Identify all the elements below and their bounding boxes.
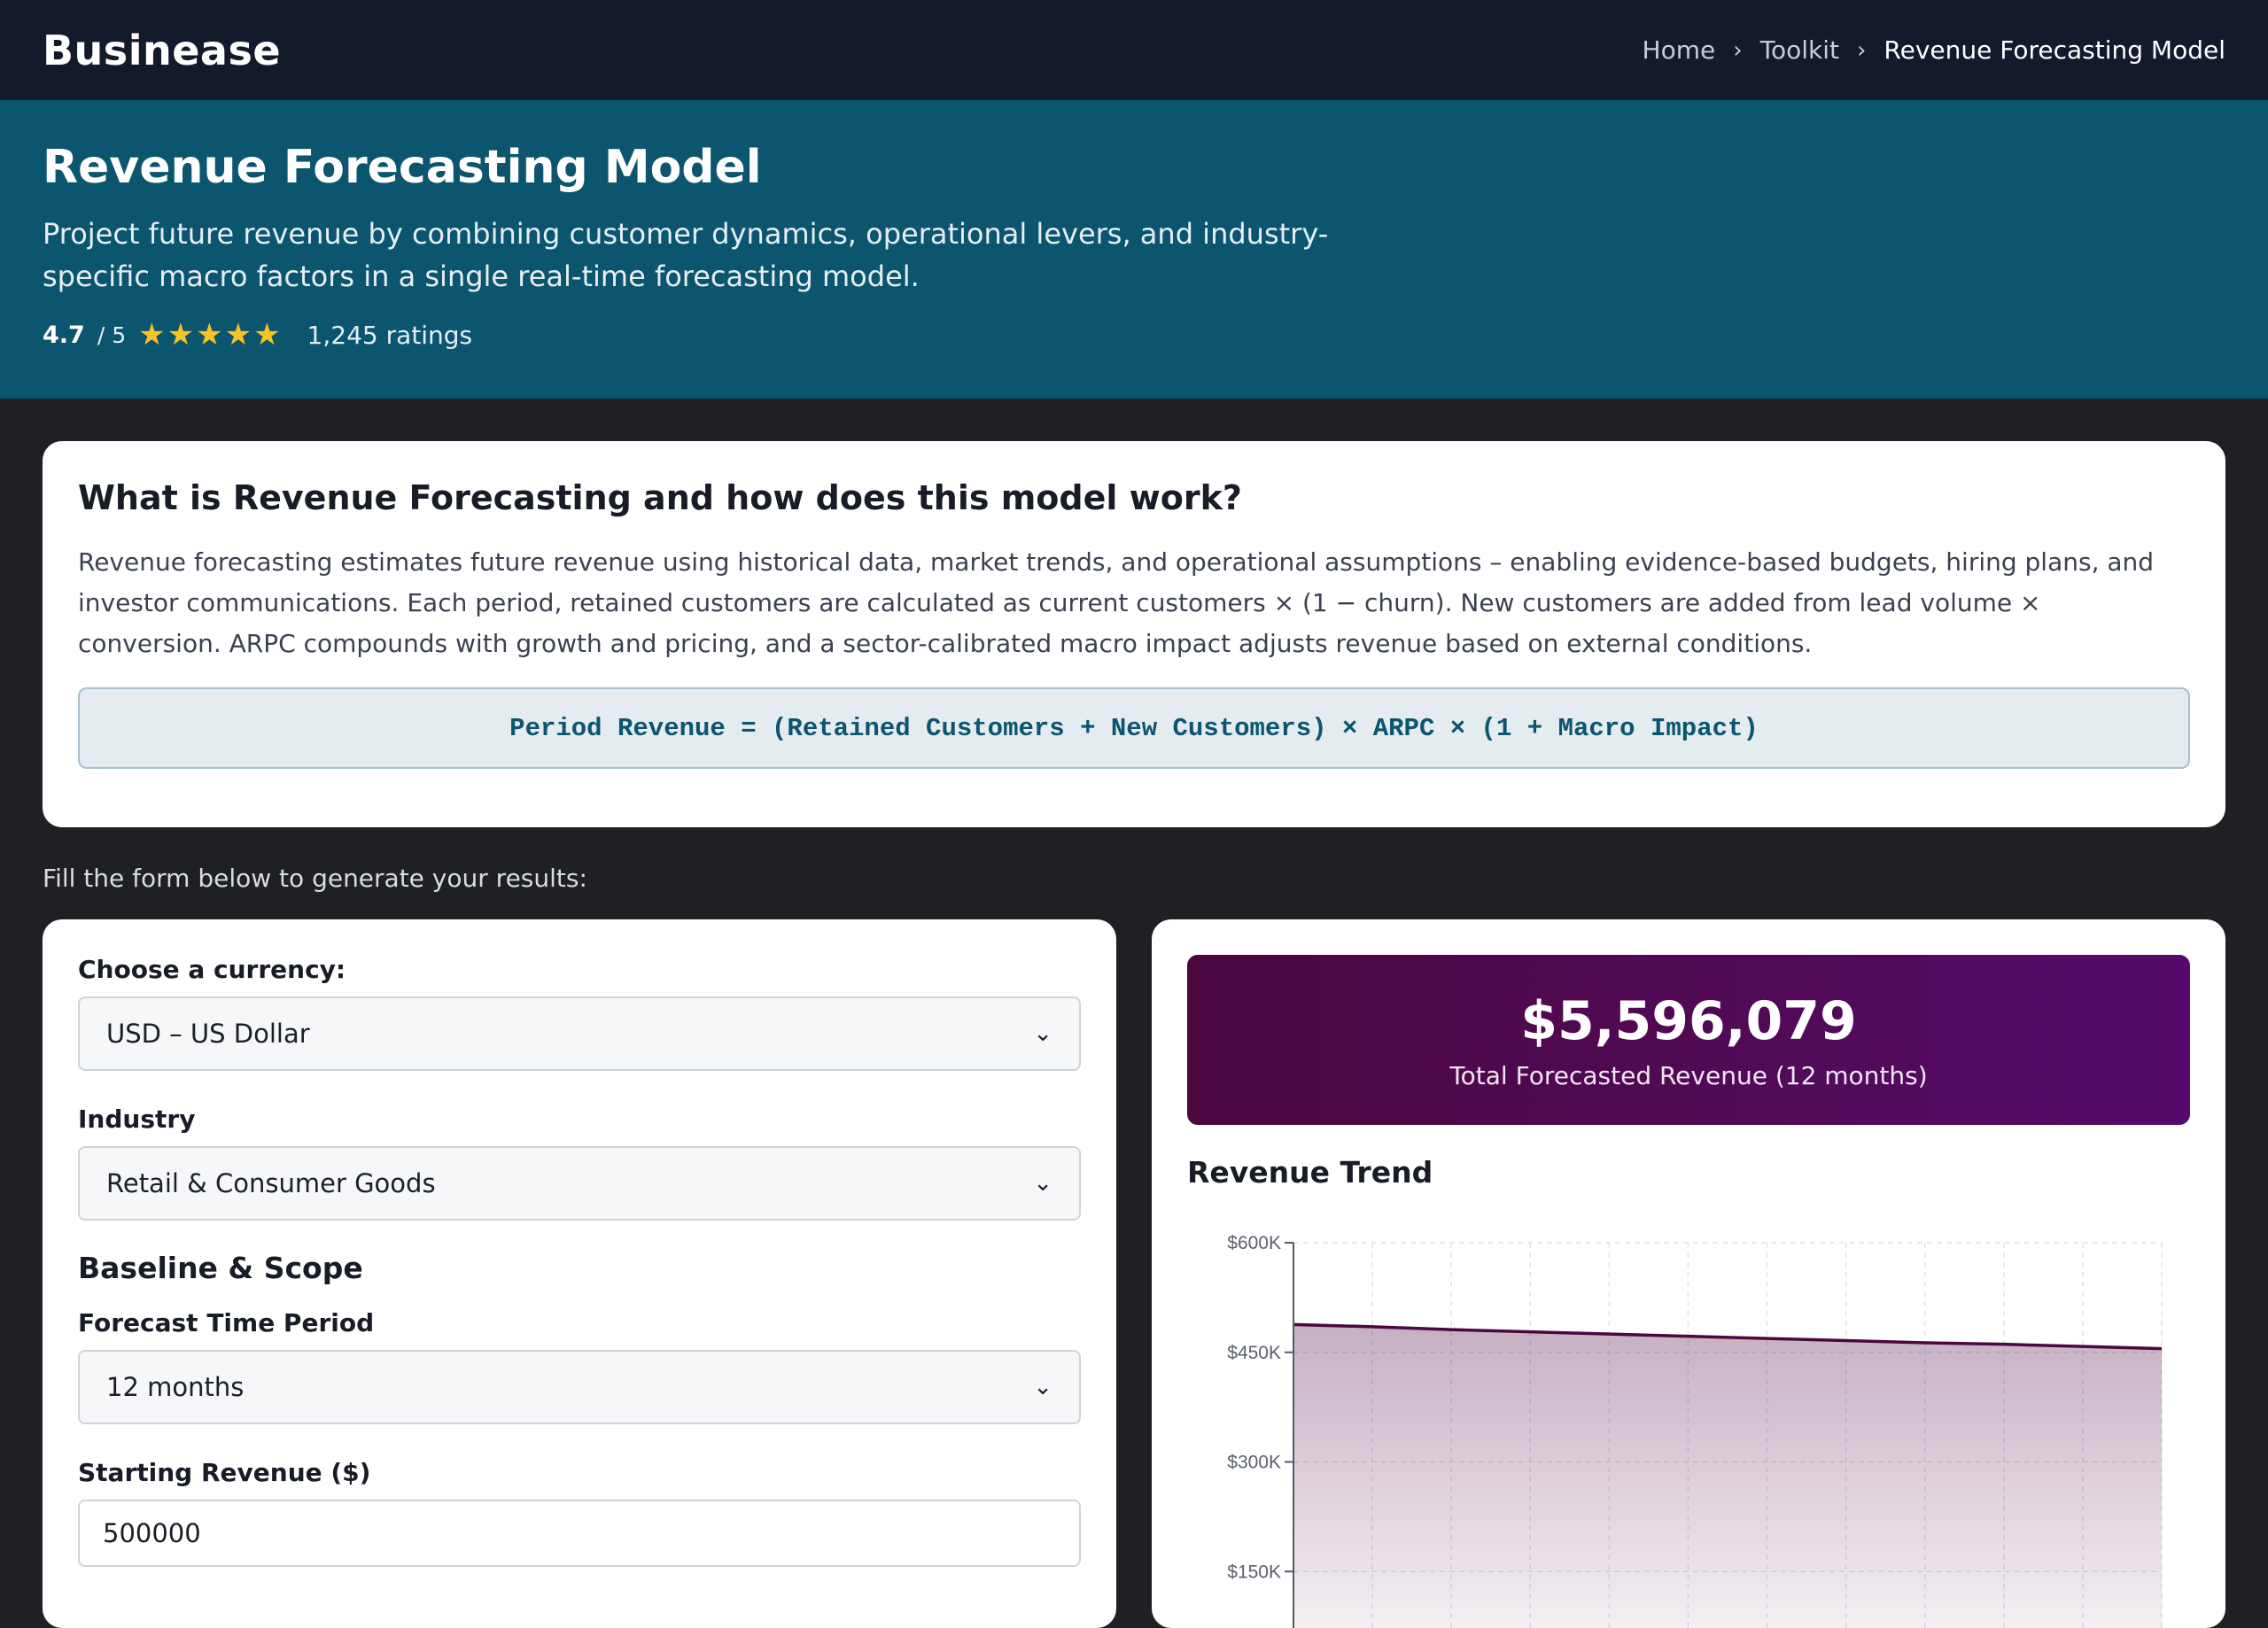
industry-select-value: Retail & Consumer Goods	[106, 1168, 436, 1198]
section-title-baseline: Baseline & Scope	[78, 1251, 1081, 1285]
star-icon: ★	[196, 317, 222, 353]
breadcrumb-current: Revenue Forecasting Model	[1884, 35, 2225, 65]
brand-logo[interactable]: Businease	[43, 27, 281, 74]
explanation-title: What is Revenue Forecasting and how does…	[78, 478, 2190, 517]
currency-select[interactable]: USD – US Dollar ⌄	[78, 996, 1081, 1071]
industry-label: Industry	[78, 1105, 1081, 1134]
top-navigation-bar: Businease Home › Toolkit › Revenue Forec…	[0, 0, 2268, 100]
breadcrumb-home-link[interactable]: Home	[1643, 35, 1716, 65]
chart-area-fill	[1293, 1324, 2162, 1628]
chart-y-tick-label: $300K	[1227, 1453, 1281, 1473]
chevron-down-icon: ⌄	[1033, 1170, 1052, 1197]
rating-out-of: / 5	[97, 322, 126, 348]
chevron-down-icon: ⌄	[1033, 1020, 1052, 1047]
total-revenue-caption: Total Forecasted Revenue (12 months)	[1449, 1061, 1927, 1090]
explanation-card: What is Revenue Forecasting and how does…	[43, 441, 2225, 827]
chart-y-tick-label: $450K	[1227, 1343, 1281, 1363]
form-instruction: Fill the form below to generate your res…	[43, 864, 587, 893]
revenue-trend-chart: $150K $300K $450K $600K	[1187, 1203, 2190, 1628]
hero-section: Revenue Forecasting Model Project future…	[0, 100, 2268, 399]
currency-select-value: USD – US Dollar	[106, 1019, 310, 1049]
rating-score: 4.7	[43, 322, 85, 349]
total-revenue-banner: $5,596,079 Total Forecasted Revenue (12 …	[1187, 955, 2190, 1125]
star-icon: ★	[253, 317, 280, 353]
input-form-card: Choose a currency: USD – US Dollar ⌄ Ind…	[43, 919, 1116, 1628]
page-title: Revenue Forecasting Model	[43, 143, 2225, 193]
explanation-body: Revenue forecasting estimates future rev…	[78, 542, 2190, 664]
starting-revenue-value: 500000	[103, 1518, 201, 1548]
forecast-period-select[interactable]: 12 months ⌄	[78, 1350, 1081, 1424]
rating-stars[interactable]: ★ ★ ★ ★ ★	[138, 317, 282, 353]
chart-y-tick-label: $600K	[1227, 1233, 1281, 1253]
results-card: $5,596,079 Total Forecasted Revenue (12 …	[1152, 919, 2225, 1628]
industry-select[interactable]: Retail & Consumer Goods ⌄	[78, 1146, 1081, 1221]
chevron-down-icon: ⌄	[1033, 1374, 1052, 1400]
total-revenue-amount: $5,596,079	[1520, 990, 1857, 1052]
breadcrumb-toolkit-link[interactable]: Toolkit	[1760, 35, 1839, 65]
breadcrumb: Home › Toolkit › Revenue Forecasting Mod…	[1643, 35, 2225, 65]
ratings-count: 1,245 ratings	[307, 321, 473, 350]
star-icon: ★	[167, 317, 194, 353]
starting-revenue-label: Starting Revenue ($)	[78, 1458, 1081, 1487]
breadcrumb-separator-icon: ›	[1857, 37, 1866, 64]
currency-label: Choose a currency:	[78, 955, 1081, 984]
starting-revenue-input[interactable]: 500000	[78, 1500, 1081, 1567]
forecast-period-value: 12 months	[106, 1372, 244, 1402]
star-icon: ★	[225, 317, 252, 353]
forecast-period-label: Forecast Time Period	[78, 1308, 1081, 1337]
chart-y-tick-label: $150K	[1227, 1562, 1281, 1582]
page-description: Project future revenue by combining cust…	[43, 213, 1371, 298]
rating-summary: 4.7 / 5 ★ ★ ★ ★ ★ 1,245 ratings	[43, 317, 2225, 353]
formula-box: Period Revenue = (Retained Customers + N…	[78, 687, 2190, 769]
chart-title: Revenue Trend	[1187, 1155, 2190, 1190]
breadcrumb-separator-icon: ›	[1733, 37, 1742, 64]
star-icon: ★	[138, 317, 165, 353]
